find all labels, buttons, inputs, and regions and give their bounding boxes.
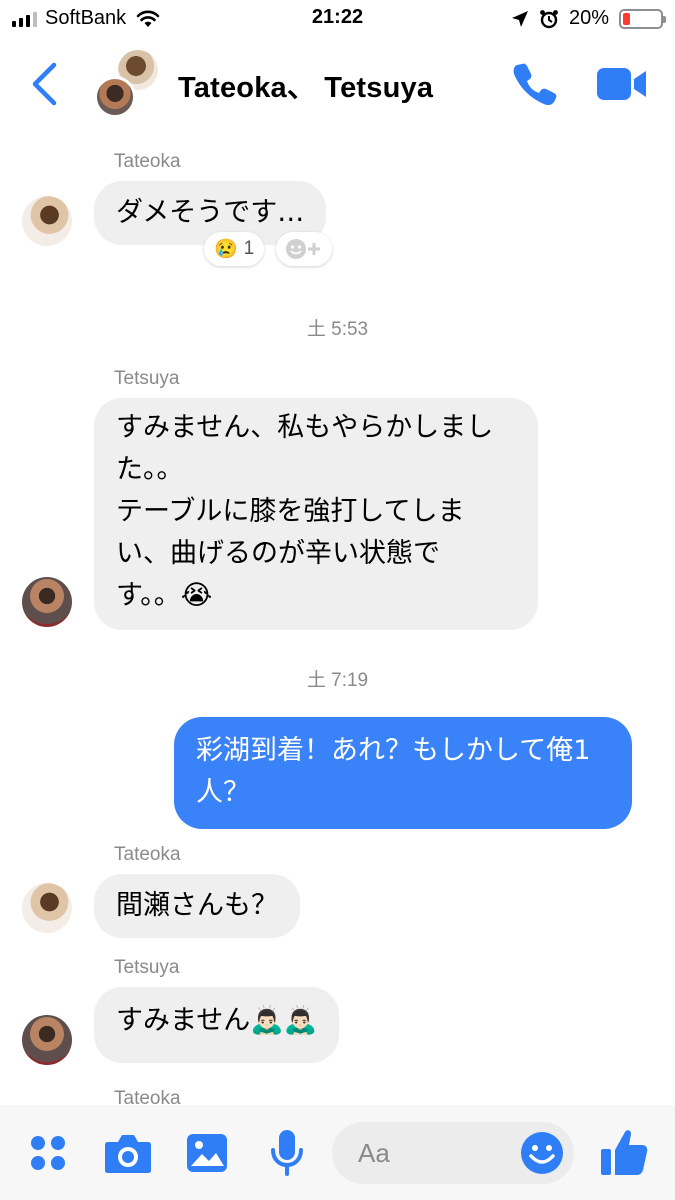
message-composer[interactable] — [332, 1122, 574, 1184]
add-reaction-button[interactable] — [276, 232, 332, 266]
message-line: テーブルに膝を強打してしま — [116, 496, 465, 527]
message-line: すみません、私もやらかしまし — [116, 412, 494, 443]
sender-name: Tetsuya — [114, 368, 180, 389]
message-line: す。。😭 — [116, 580, 213, 611]
status-right: 20% — [511, 7, 666, 30]
sender-name: Tateoka — [114, 844, 181, 865]
avatar[interactable] — [22, 1015, 72, 1065]
message-bubble[interactable]: すみません🙇🏻‍♂️🙇🏻‍♂️ — [94, 987, 340, 1063]
battery-percent: 20% — [568, 7, 609, 29]
conversation-header: Tateoka、 Tetsuya — [0, 40, 675, 130]
avatar — [94, 76, 136, 118]
thumbs-up-icon[interactable] — [600, 1127, 650, 1177]
camera-icon[interactable] — [104, 1132, 152, 1174]
composer-bar — [0, 1105, 675, 1200]
alarm-icon — [540, 9, 558, 28]
message-bubble[interactable]: 間瀬さんも？ — [94, 874, 300, 938]
avatar[interactable] — [22, 883, 72, 933]
message-bubble[interactable]: すみません、私もやらかしまし た。。 テーブルに膝を強打してしま い、曲げるのが… — [94, 398, 538, 630]
reaction-count: 1 — [243, 238, 255, 259]
avatar[interactable] — [22, 196, 72, 246]
outgoing-message-bubble[interactable]: 彩湖到着！あれ？もしかして俺1 人？ — [174, 717, 632, 829]
conversation-title[interactable]: Tateoka、 Tetsuya — [178, 64, 433, 106]
avatar[interactable] — [22, 577, 72, 627]
video-camera-icon[interactable] — [596, 66, 648, 102]
phone-icon[interactable] — [512, 60, 558, 106]
emoji-icon[interactable] — [520, 1131, 564, 1175]
smiley-plus-icon — [286, 239, 320, 259]
message-line: 彩湖到着！あれ？もしかして俺1 — [196, 735, 591, 766]
crying-emoji-icon: 😢 — [214, 239, 238, 260]
timestamp: 土 5:53 — [306, 319, 369, 340]
group-avatar[interactable] — [92, 50, 160, 118]
back-chevron-icon[interactable] — [30, 62, 58, 106]
sender-name: Tetsuya — [114, 957, 180, 978]
battery-fill — [623, 12, 631, 25]
sender-name: Tateoka — [114, 151, 181, 172]
apps-grid-icon[interactable] — [29, 1134, 67, 1172]
battery-icon — [619, 8, 666, 29]
photo-icon[interactable] — [186, 1133, 228, 1173]
message-input[interactable] — [358, 1136, 518, 1170]
location-icon — [511, 10, 528, 27]
message-line: た。。 — [116, 454, 184, 485]
timestamp: 土 7:19 — [306, 670, 369, 691]
message-line: 人？ — [196, 777, 250, 808]
reaction-badge[interactable]: 😢 1 — [204, 232, 265, 266]
status-bar: SoftBank 21:22 20% — [0, 0, 675, 40]
microphone-icon[interactable] — [270, 1129, 304, 1177]
message-line: い、曲げるのが辛い状態で — [116, 538, 440, 569]
